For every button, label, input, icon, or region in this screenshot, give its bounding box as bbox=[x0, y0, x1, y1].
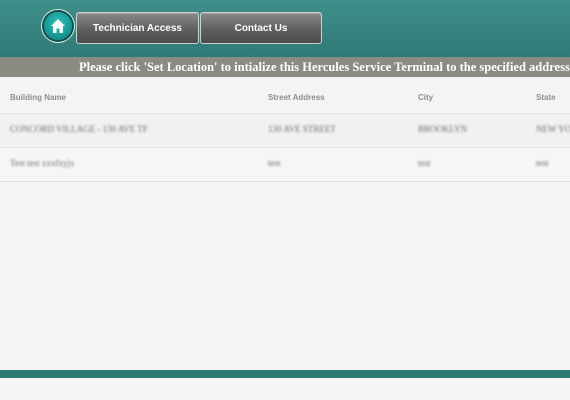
footer-bar bbox=[0, 370, 570, 378]
cell-state: NEW YORK bbox=[536, 124, 570, 134]
header-city[interactable]: City bbox=[418, 93, 433, 102]
instruction-banner: Please click 'Set Location' to intialize… bbox=[0, 57, 570, 77]
cell-city: BROOKLYN bbox=[418, 124, 468, 134]
page-bottom bbox=[0, 378, 570, 400]
table-header: Building Name Street Address City State bbox=[0, 77, 570, 113]
cell-city: test bbox=[418, 158, 431, 168]
instruction-text: Please click 'Set Location' to intialize… bbox=[79, 60, 570, 74]
cell-state: test bbox=[536, 158, 549, 168]
header-building-name[interactable]: Building Name bbox=[10, 93, 66, 102]
cell-street-address: 130 AVE STREET bbox=[268, 124, 336, 134]
locations-table: Building Name Street Address City State … bbox=[0, 77, 570, 182]
header-street-address[interactable]: Street Address bbox=[268, 93, 325, 102]
table-row[interactable]: CONCORD VILLAGE - 130 AVE TF 130 AVE STR… bbox=[0, 113, 570, 147]
contact-us-button[interactable]: Contact Us bbox=[200, 12, 322, 44]
home-button[interactable] bbox=[44, 12, 72, 40]
top-bar: Technician Access Contact Us bbox=[0, 0, 570, 57]
cell-building-name: CONCORD VILLAGE - 130 AVE TF bbox=[10, 124, 148, 134]
technician-access-button[interactable]: Technician Access bbox=[76, 12, 199, 44]
header-state[interactable]: State bbox=[536, 93, 556, 102]
cell-building-name: Test test xxxfxyjx bbox=[10, 158, 75, 168]
home-icon bbox=[51, 19, 65, 33]
cell-street-address: test bbox=[268, 158, 281, 168]
table-row[interactable]: Test test xxxfxyjx test test test bbox=[0, 147, 570, 182]
